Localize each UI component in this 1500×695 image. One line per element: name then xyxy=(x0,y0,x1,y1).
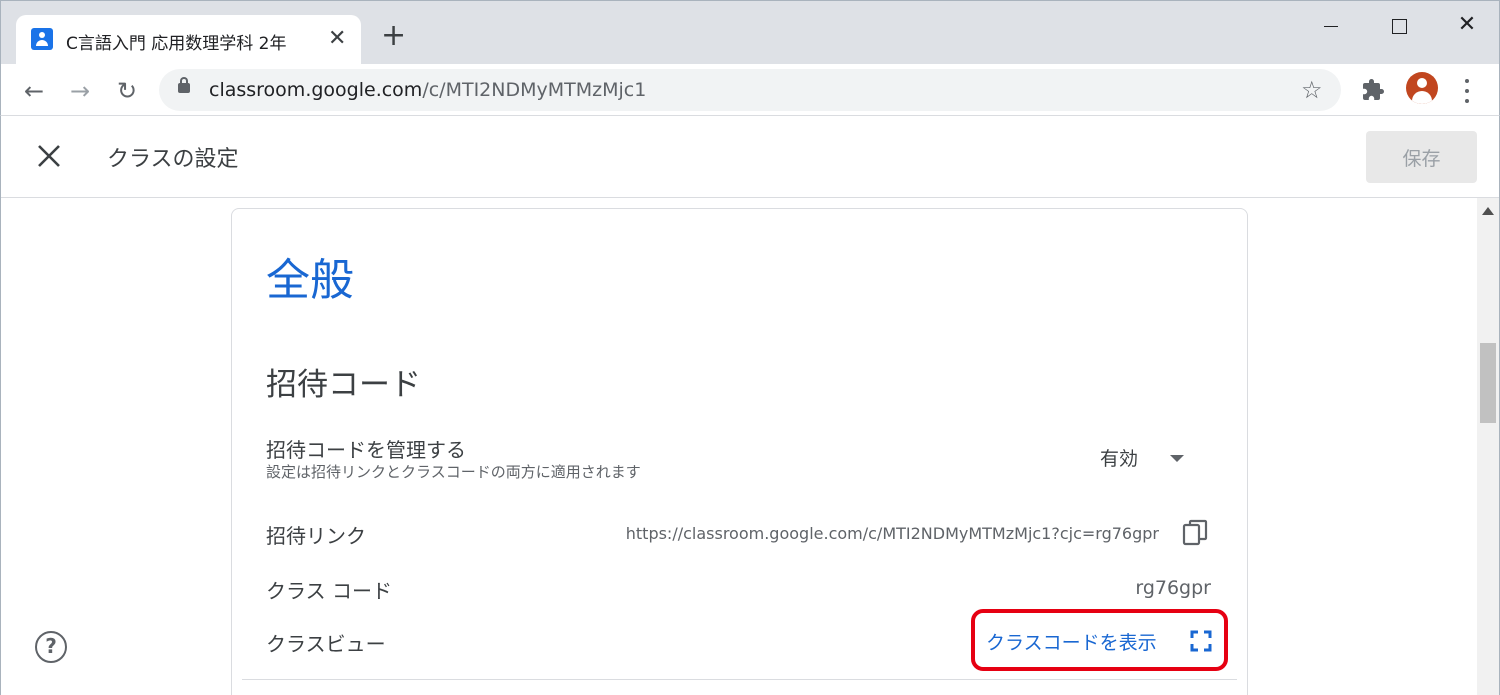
url-text[interactable]: classroom.google.com/c/MTI2NDMyMTMzMjc1 xyxy=(209,79,646,101)
help-icon[interactable]: ? xyxy=(35,631,67,663)
page-title: クラスの設定 xyxy=(107,147,239,172)
invite-code-section-title: 招待コード xyxy=(266,367,421,403)
dropdown-caret-icon xyxy=(1170,455,1184,462)
scrollbar-thumb[interactable] xyxy=(1480,343,1496,423)
bookmark-star-icon[interactable]: ☆ xyxy=(1301,75,1323,105)
browser-menu-icon[interactable] xyxy=(1457,74,1477,108)
window-close-button[interactable]: ✕ xyxy=(1447,7,1487,43)
reload-icon[interactable]: ↻ xyxy=(110,74,144,108)
tab-title: C言語入門 応用数理学科 2年 xyxy=(66,34,287,54)
url-path: /c/MTI2NDMyMTMzMjc1 xyxy=(422,79,647,101)
browser-tab-strip: C言語入門 応用数理学科 2年 ✕ + ✕ xyxy=(0,0,1500,65)
class-code-label: クラス コード xyxy=(266,579,392,603)
annotation-highlight-box xyxy=(971,609,1228,671)
scroll-up-arrow-icon[interactable] xyxy=(1482,207,1494,215)
copy-icon[interactable] xyxy=(1182,519,1208,547)
invite-link-label: 招待リンク xyxy=(266,524,366,548)
settings-app-bar: クラスの設定 保存 xyxy=(1,116,1499,198)
window-minimize-button[interactable] xyxy=(1311,7,1351,43)
maximize-icon xyxy=(1391,19,1407,34)
minimize-icon xyxy=(1324,25,1338,28)
settings-content: 全般 招待コード 招待コードを管理する 設定は招待リンクとクラスコードの両方に適… xyxy=(1,198,1477,695)
url-host: classroom.google.com xyxy=(209,79,423,101)
new-tab-button[interactable]: + xyxy=(381,21,406,51)
window-maximize-button[interactable] xyxy=(1379,7,1419,43)
classroom-settings-page: クラスの設定 保存 全般 招待コード 招待コードを管理する 設定は招待リンクとク… xyxy=(0,116,1500,695)
browser-toolbar: ← → ↻ classroom.google.com/c/MTI2NDMyMTM… xyxy=(0,64,1500,116)
profile-avatar[interactable] xyxy=(1406,72,1438,104)
class-view-label: クラスビュー xyxy=(266,632,386,656)
back-arrow-icon[interactable]: ← xyxy=(17,74,51,108)
tab-close-icon[interactable]: ✕ xyxy=(328,26,346,52)
general-settings-card: 全般 招待コード 招待コードを管理する 設定は招待リンクとクラスコードの両方に適… xyxy=(231,208,1248,695)
invite-code-status-value: 有効 xyxy=(1100,448,1139,470)
forward-arrow-icon[interactable]: → xyxy=(63,74,97,108)
invite-code-status-select[interactable]: 有効 xyxy=(1100,442,1200,474)
lock-icon[interactable] xyxy=(178,77,190,93)
save-button[interactable]: 保存 xyxy=(1366,131,1477,183)
manage-invite-code-label: 招待コードを管理する xyxy=(266,438,466,462)
page-scrollbar[interactable] xyxy=(1477,198,1499,695)
close-icon[interactable] xyxy=(31,138,67,174)
extensions-puzzle-icon[interactable] xyxy=(1361,78,1385,102)
class-code-value: rg76gpr xyxy=(1135,577,1211,599)
address-bar[interactable]: classroom.google.com/c/MTI2NDMyMTMzMjc1 … xyxy=(159,69,1341,111)
card-title: 全般 xyxy=(266,255,354,306)
invite-link-url: https://classroom.google.com/c/MTI2NDMyM… xyxy=(625,524,1159,543)
divider xyxy=(242,679,1237,680)
browser-tab[interactable]: C言語入門 応用数理学科 2年 ✕ xyxy=(16,15,361,65)
classroom-favicon-icon xyxy=(31,28,53,50)
manage-invite-code-description: 設定は招待リンクとクラスコードの両方に適用されます xyxy=(266,463,641,481)
